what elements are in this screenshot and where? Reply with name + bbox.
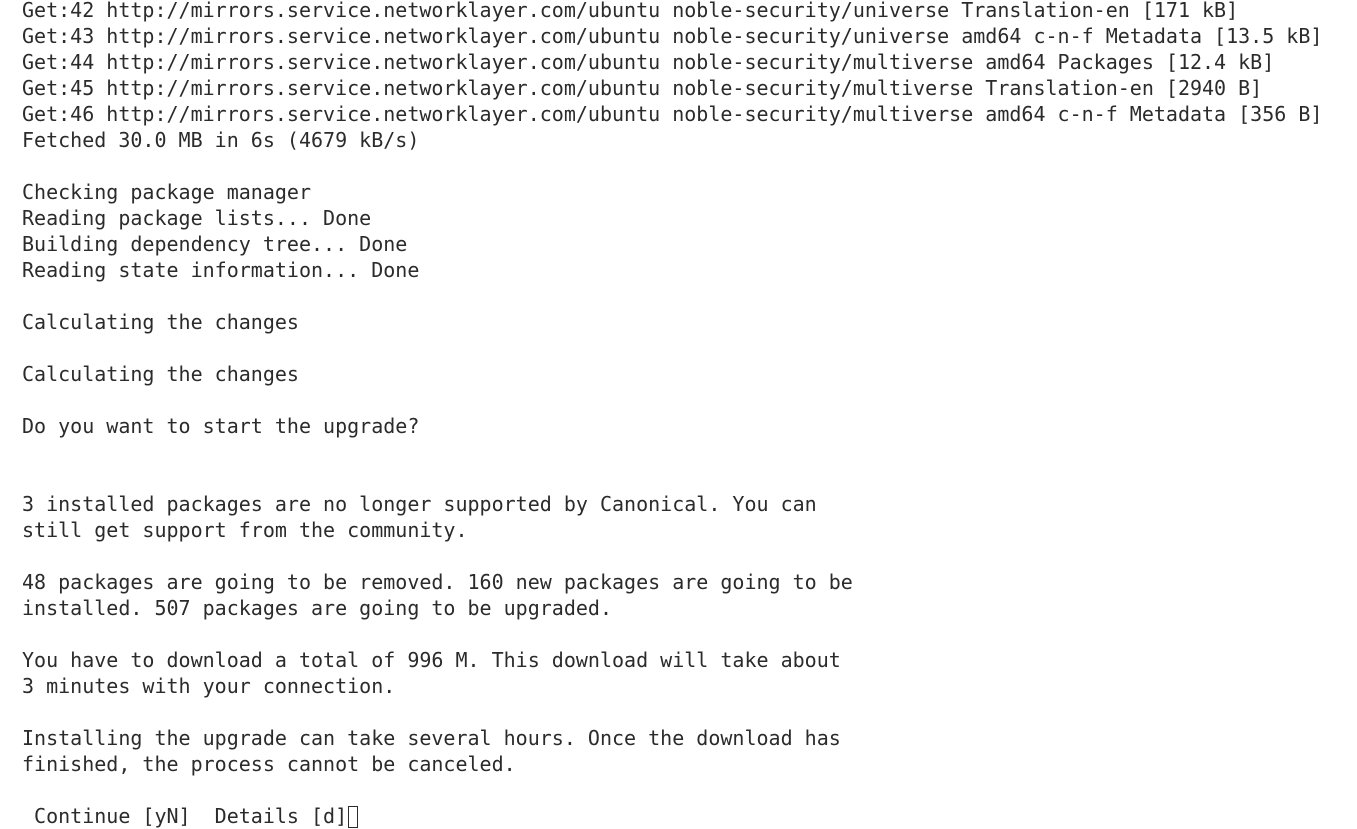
output-line: Building dependency tree... Done xyxy=(22,232,408,256)
output-line: Reading state information... Done xyxy=(22,258,420,282)
output-line: Get:46 http://mirrors.service.networklay… xyxy=(22,102,1323,126)
terminal-output: Get:42 http://mirrors.service.networklay… xyxy=(22,0,1322,829)
output-line: Fetched 30.0 MB in 6s (4679 kB/s) xyxy=(22,128,420,152)
output-line: Get:44 http://mirrors.service.networklay… xyxy=(22,50,1275,74)
terminal-window[interactable]: Get:42 http://mirrors.service.networklay… xyxy=(0,0,1357,829)
output-line: 3 installed packages are no longer suppo… xyxy=(22,492,817,516)
output-line: 3 minutes with your connection. xyxy=(22,674,396,698)
output-line: Checking package manager xyxy=(22,180,311,204)
output-line: Installing the upgrade can take several … xyxy=(22,726,841,750)
output-line: Do you want to start the upgrade? xyxy=(22,414,420,438)
output-line: 48 packages are going to be removed. 160… xyxy=(22,570,853,594)
output-lines: Get:42 http://mirrors.service.networklay… xyxy=(22,0,1322,803)
output-line: Calculating the changes xyxy=(22,310,299,334)
upgrade-prompt: Continue [yN] Details [d] xyxy=(22,804,348,828)
output-line: Get:45 http://mirrors.service.networklay… xyxy=(22,76,1263,100)
output-line: Get:43 http://mirrors.service.networklay… xyxy=(22,24,1323,48)
output-line: still get support from the community. xyxy=(22,518,468,542)
upgrade-prompt-line[interactable]: Continue [yN] Details [d] xyxy=(22,803,1322,829)
output-line: Calculating the changes xyxy=(22,362,299,386)
output-line: You have to download a total of 996 M. T… xyxy=(22,648,841,672)
output-line: Reading package lists... Done xyxy=(22,206,372,230)
text-cursor[interactable] xyxy=(348,806,359,828)
output-line: installed. 507 packages are going to be … xyxy=(22,596,613,620)
output-line: finished, the process cannot be canceled… xyxy=(22,752,516,776)
output-line: Get:42 http://mirrors.service.networklay… xyxy=(22,0,1239,22)
